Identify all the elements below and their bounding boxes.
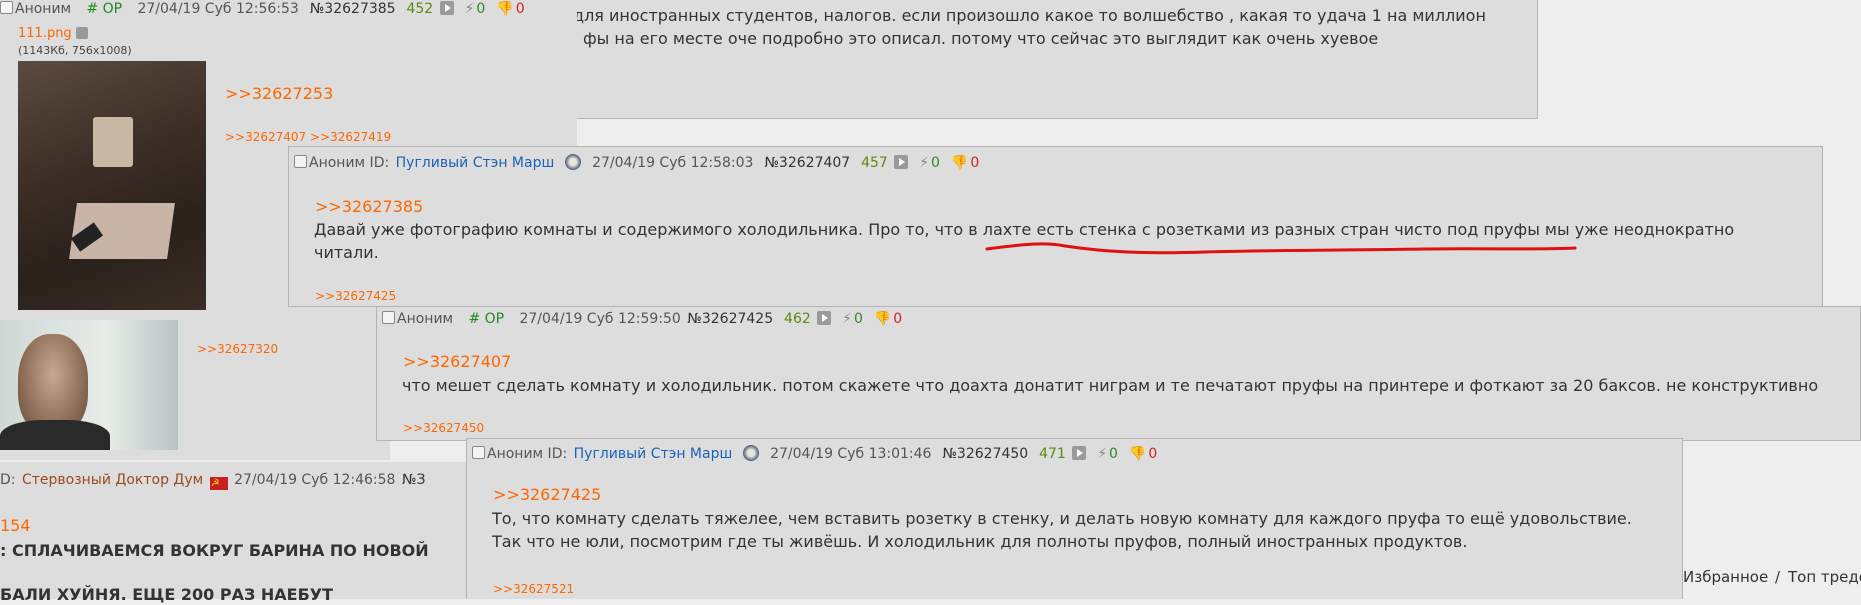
post-select-checkbox[interactable] (0, 1, 13, 14)
op-post-header: Аноним # OP 27/04/19 Суб 12:56:53 №32627… (0, 1, 527, 17)
post-count: 462 (784, 311, 811, 327)
like-icon[interactable]: ⚡ (1097, 446, 1107, 462)
post-select-checkbox[interactable] (382, 311, 395, 324)
post-background-top: для иностранных студентов, налогов. если… (470, 0, 1538, 119)
post-message-line: фы на его месте оче подробно это описал.… (583, 29, 1379, 48)
dislike-count: 0 (1148, 446, 1158, 462)
play-icon[interactable] (817, 311, 832, 325)
post-message-line: : СПЛАЧИВАЕМСЯ ВОКРУГ БАРИНА ПО НОВОЙ (0, 541, 429, 560)
footer-separator: / (1775, 568, 1781, 586)
reply-image-area: >>32627320 (0, 320, 390, 460)
dislike-count: 0 (515, 1, 525, 17)
play-icon[interactable] (1072, 446, 1087, 460)
post-date: 27/04/19 Суб 12:58:03 (592, 155, 754, 171)
us-seal-icon (743, 445, 760, 461)
body (0, 420, 110, 450)
post-count: 471 (1039, 446, 1066, 462)
like-icon[interactable]: ⚡ (465, 1, 475, 17)
red-underline-annotation (985, 242, 1577, 255)
dislike-icon[interactable]: 👎 (1129, 446, 1146, 462)
us-seal-icon (565, 154, 582, 170)
post-date: 27/04/19 Суб 12:59:50 (519, 311, 681, 327)
post-number[interactable]: №32627450 (942, 446, 1028, 462)
post-message-line: БАЛИ ХУЙНЯ. ЕЩЕ 200 РАЗ НАЕБУТ (0, 585, 334, 604)
post-message-line: для иностранных студентов, налогов. если… (573, 6, 1486, 25)
post-message-line: читали. (314, 243, 379, 262)
post-message-line: То, что комнату сделать тяжелее, чем вст… (492, 509, 1632, 528)
favorites-link[interactable]: Избранное (1683, 568, 1768, 586)
like-count: 0 (853, 311, 863, 327)
post-select-checkbox[interactable] (294, 155, 307, 168)
file-name-link[interactable]: 111.png (18, 26, 72, 41)
post-message-line: что мешет сделать комнату и холодильник.… (402, 376, 1819, 395)
post-number[interactable]: №32627407 (764, 155, 850, 171)
quote-link[interactable]: >>32627385 (315, 197, 423, 216)
post-replies[interactable]: >>32627425 (315, 289, 396, 303)
reply-image-thumbnail[interactable] (0, 320, 178, 450)
ussr-flag-icon: ☭ (209, 477, 228, 490)
op-trip: # OP (468, 311, 505, 327)
dislike-count: 0 (893, 311, 903, 327)
post-32627450: Аноним ID: Пугливый Стэн Марш 27/04/19 С… (466, 438, 1683, 599)
post-message-line: Так что не юли, посмотрим где ты живёшь.… (492, 532, 1468, 551)
post-date: 27/04/19 Суб 13:01:46 (770, 446, 932, 462)
post-number[interactable]: №З (402, 472, 426, 488)
post-replies[interactable]: >>32627521 (493, 582, 574, 596)
poster-name: Аноним (15, 1, 72, 17)
poster-id[interactable]: Стервозный Доктор Дум (22, 472, 203, 488)
post-header: Аноним ID: Пугливый Стэн Марш 27/04/19 С… (294, 154, 981, 171)
poster-name: Аноним ID: (487, 446, 568, 462)
post-replies[interactable]: >>32627407 >>32627419 (225, 130, 391, 144)
post-32627407: Аноним ID: Пугливый Стэн Марш 27/04/19 С… (288, 146, 1823, 307)
like-count: 0 (476, 1, 486, 17)
post-number[interactable]: №32627425 (687, 311, 773, 327)
poster-id[interactable]: Пугливый Стэн Марш (574, 446, 733, 462)
wall-socket (93, 117, 133, 167)
post-replies[interactable]: >>32627320 (197, 342, 278, 356)
quote-link[interactable]: 154 (0, 516, 31, 535)
quote-link[interactable]: >>32627253 (225, 84, 333, 103)
dislike-icon[interactable]: 👎 (874, 311, 891, 327)
post-32627425: Аноним # OP 27/04/19 Суб 12:59:50 №32627… (376, 306, 1861, 441)
quote-link[interactable]: >>32627425 (493, 485, 601, 504)
post-count: 452 (406, 1, 434, 17)
post-count: 457 (861, 155, 888, 171)
poster-id[interactable]: Пугливый Стэн Марш (396, 155, 555, 171)
file-search-icon[interactable] (76, 27, 88, 39)
post-header: Аноним ID: Пугливый Стэн Марш 27/04/19 С… (472, 445, 1159, 462)
top-threads-link[interactable]: Топ тредо (1788, 568, 1861, 586)
quote-link[interactable]: >>32627407 (403, 352, 511, 371)
dislike-icon[interactable]: 👎 (951, 155, 968, 171)
like-icon[interactable]: ⚡ (919, 155, 929, 171)
post-date: 27/04/19 Суб 12:46:58 (234, 472, 396, 488)
post-select-checkbox[interactable] (472, 446, 485, 459)
post-header: Аноним # OP 27/04/19 Суб 12:59:50 №32627… (382, 311, 904, 327)
file-info: (1143Кб, 756x1008) (18, 44, 132, 57)
poster-name: Аноним ID: (309, 155, 390, 171)
post-message-line: Давай уже фотографию комнаты и содержимо… (314, 220, 1735, 239)
post-replies[interactable]: >>32627450 (403, 421, 484, 435)
play-icon[interactable] (439, 1, 454, 15)
like-icon[interactable]: ⚡ (842, 311, 852, 327)
dislike-icon[interactable]: 👎 (496, 1, 513, 17)
post-date: 27/04/19 Суб 12:56:53 (137, 1, 299, 17)
footer-nav: Избранное / Топ тредо (1683, 559, 1861, 599)
like-count: 0 (931, 155, 940, 171)
post-background-bottom: D: Стервозный Доктор Дум ☭ 27/04/19 Суб … (0, 462, 480, 604)
post-header: D: Стервозный Доктор Дум ☭ 27/04/19 Суб … (0, 472, 427, 490)
post-number[interactable]: №32627385 (310, 1, 396, 17)
dislike-count: 0 (970, 155, 980, 171)
play-icon[interactable] (894, 155, 909, 169)
op-image-thumbnail[interactable] (18, 61, 206, 310)
id-prefix: D: (0, 472, 16, 488)
op-trip: # OP (86, 1, 123, 17)
poster-name: Аноним (397, 311, 454, 327)
like-count: 0 (1109, 446, 1118, 462)
face (18, 334, 88, 434)
